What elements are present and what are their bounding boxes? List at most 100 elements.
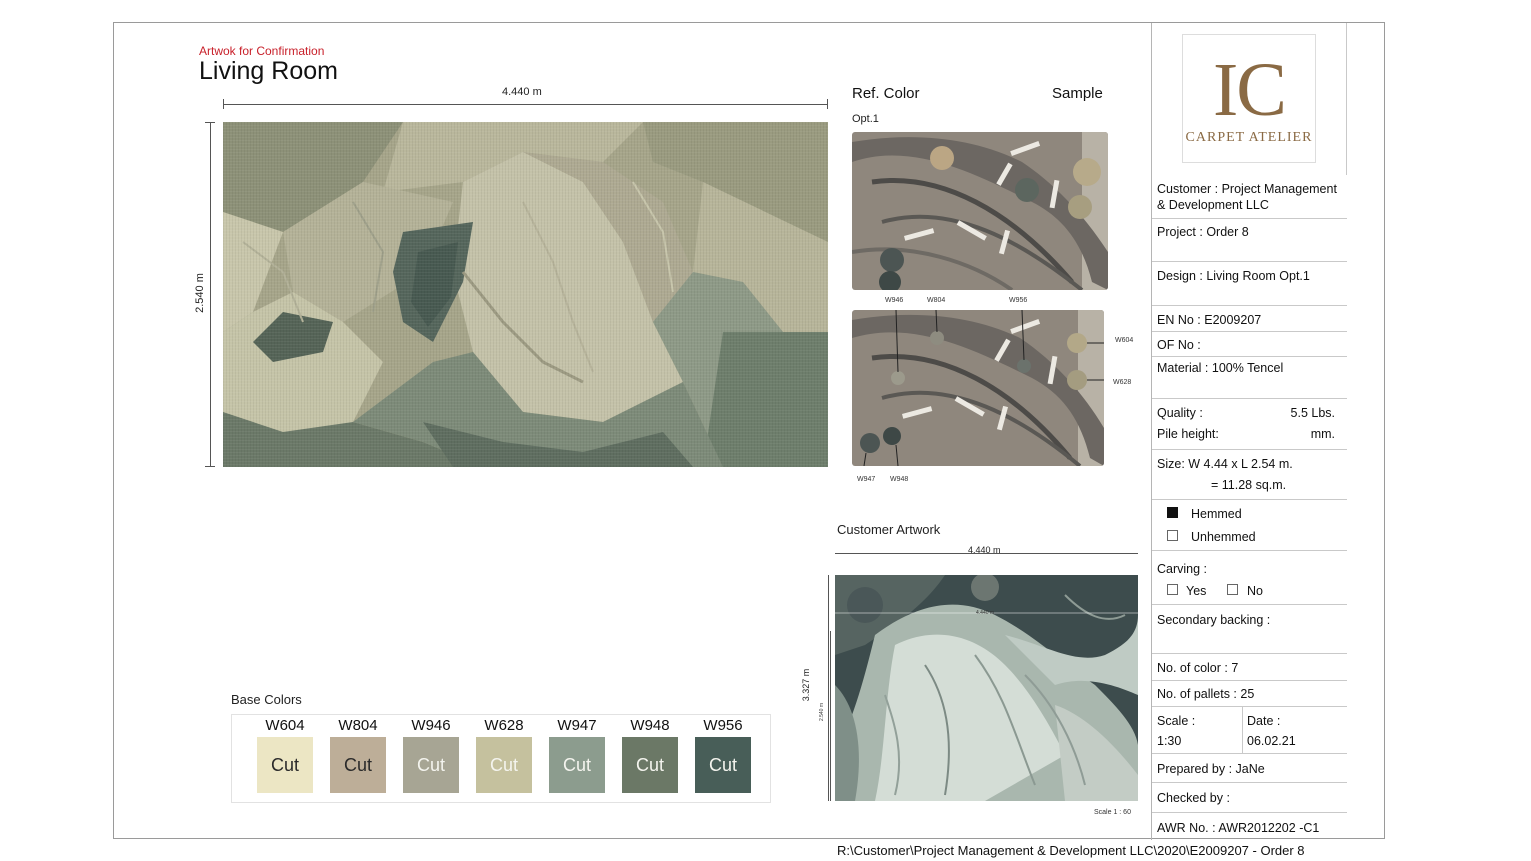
logo-side-rule	[1346, 23, 1347, 175]
separator	[1152, 449, 1347, 450]
swatch-chip: Cut	[330, 737, 386, 793]
height-dimension-tick-top	[205, 122, 215, 123]
carving-no-checkbox[interactable]	[1227, 584, 1238, 595]
swatch-code: W948	[630, 717, 670, 734]
sample-label: Sample	[1052, 85, 1103, 102]
separator	[1152, 653, 1347, 654]
unhemmed-label: Unhemmed	[1191, 530, 1256, 544]
separator	[1152, 782, 1347, 783]
customer-line-2: & Development LLC	[1157, 198, 1269, 212]
carving-no-label: No	[1247, 584, 1263, 598]
date-value: 06.02.21	[1247, 734, 1296, 748]
main-artwork-image	[223, 122, 828, 467]
sample-photo-labeled	[852, 310, 1104, 466]
of-no-field: OF No :	[1157, 338, 1201, 352]
base-colors-title: Base Colors	[231, 692, 302, 707]
secondary-backing-field: Secondary backing :	[1157, 613, 1271, 627]
swatch-chip: Cut	[549, 737, 605, 793]
customer-artwork-label: Customer Artwork	[837, 522, 941, 537]
no-of-color-field: No. of color : 7	[1157, 661, 1239, 675]
file-path-footer: R:\Customer\Project Management & Develop…	[837, 843, 1305, 858]
design-field: Design : Living Room Opt.1	[1157, 269, 1310, 283]
date-label: Date :	[1247, 714, 1281, 728]
width-dimension-tick-right	[827, 99, 828, 109]
customer-inner-height-label: 2.540 m	[819, 702, 825, 722]
swatch-chip: Cut	[622, 737, 678, 793]
customer-inner-height-line	[830, 631, 831, 801]
project-field: Project : Order 8	[1157, 225, 1249, 239]
sheet-subtitle: Artwok for Confirmation	[199, 44, 325, 58]
swatch-label: Cut	[562, 754, 591, 775]
swatch-chip: Cut	[403, 737, 459, 793]
option-label: Opt.1	[852, 113, 879, 125]
swatch-label: Cut	[343, 754, 372, 775]
separator	[1152, 680, 1347, 681]
separator	[1152, 261, 1347, 262]
separator	[1152, 753, 1347, 754]
swatch-label: Cut	[635, 754, 664, 775]
material-field: Material : 100% Tencel	[1157, 361, 1284, 375]
size-line-1: Size: W 4.44 x L 2.54 m.	[1157, 457, 1293, 471]
separator	[1152, 499, 1347, 500]
separator	[1152, 812, 1347, 813]
customer-scale-label: Scale 1 : 60	[1094, 809, 1131, 816]
swatch-label: Cut	[270, 754, 299, 775]
prepared-by-field: Prepared by : JaNe	[1157, 762, 1265, 776]
swatch-w804: W804 Cut	[330, 715, 386, 793]
swatch-code: W604	[265, 717, 305, 734]
swatch-w604: W604 Cut	[257, 715, 313, 793]
width-dimension-tick-left	[223, 99, 224, 109]
checked-by-field: Checked by :	[1157, 791, 1230, 805]
customer-artwork-image	[835, 575, 1138, 801]
swatch-code: W804	[338, 717, 378, 734]
scale-label: Scale :	[1157, 714, 1196, 728]
separator	[1152, 550, 1347, 551]
swatch-code: W947	[557, 717, 597, 734]
separator	[1152, 218, 1347, 219]
customer-width-label: 4.440 m	[968, 545, 1001, 555]
size-line-2: = 11.28 sq.m.	[1211, 478, 1287, 492]
unhemmed-checkbox[interactable]	[1167, 530, 1178, 541]
sheet-title: Living Room	[199, 57, 338, 85]
sample-tag-w948: W948	[890, 476, 909, 483]
customer-height-label: 3.327 m	[801, 668, 811, 702]
swatch-w948: W948 Cut	[622, 715, 678, 793]
swatch-w956: W956 Cut	[695, 715, 751, 793]
spec-panel: IC CARPET ATELIER Customer : Project Man…	[1151, 23, 1386, 840]
artwork-sheet: Artwok for Confirmation Living Room 4.44…	[113, 22, 1386, 840]
height-dimension-tick-bottom	[205, 466, 215, 467]
awr-no-field: AWR No. : AWR2012202 -C1	[1157, 821, 1320, 835]
swatch-label: Cut	[416, 754, 445, 775]
sample-tag-w628: W628	[1113, 379, 1132, 386]
base-colors-panel: W604 Cut W804 Cut W946 Cut W628 Cut W947…	[231, 714, 771, 803]
separator	[1152, 706, 1347, 707]
main-width-label: 4.440 m	[502, 86, 542, 98]
sample-tag-w804: W804	[927, 297, 946, 304]
quality-value: 5.5 Lbs.	[1290, 406, 1335, 420]
hemmed-checkbox[interactable]	[1167, 507, 1178, 518]
sample-tag-w604: W604	[1115, 337, 1134, 344]
hemmed-label: Hemmed	[1191, 507, 1242, 521]
carving-yes-checkbox[interactable]	[1167, 584, 1178, 595]
en-no-field: EN No : E2009207	[1157, 313, 1262, 327]
sample-tag-w947: W947	[857, 476, 876, 483]
separator	[1152, 305, 1347, 306]
separator	[1152, 331, 1347, 332]
company-logo: IC CARPET ATELIER	[1182, 34, 1316, 163]
customer-height-dimension-line	[828, 575, 829, 801]
swatch-chip: Cut	[257, 737, 313, 793]
swatch-label: Cut	[708, 754, 737, 775]
swatch-chip: Cut	[476, 737, 532, 793]
customer-line-1: Customer : Project Management	[1157, 182, 1337, 196]
swatch-code: W956	[703, 717, 743, 734]
carving-label: Carving :	[1157, 562, 1208, 576]
scale-value: 1:30	[1157, 734, 1182, 748]
swatch-chip: Cut	[695, 737, 751, 793]
ref-color-label: Ref. Color	[852, 85, 920, 102]
sample-tag-w946: W946	[885, 297, 904, 304]
swatch-code: W628	[484, 717, 524, 734]
scale-date-divider	[1242, 706, 1243, 753]
sample-photo-top	[852, 132, 1108, 290]
height-dimension-line	[210, 122, 211, 467]
customer-inner-width-label: 4.440 m	[976, 610, 995, 616]
